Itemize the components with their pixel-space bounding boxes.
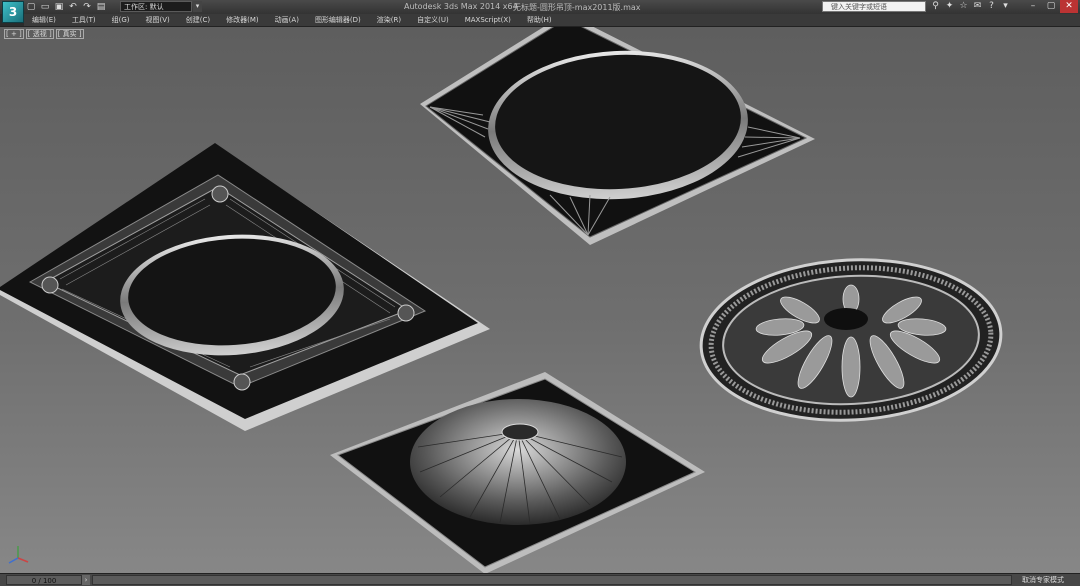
search-input[interactable]: 键入关键字或短语 bbox=[822, 1, 926, 12]
close-icon[interactable]: ✕ bbox=[1060, 0, 1078, 13]
redo-icon[interactable]: ↷ bbox=[82, 2, 92, 12]
menu-item-help[interactable]: 帮助(H) bbox=[519, 14, 560, 26]
menu-item-group[interactable]: 组(G) bbox=[104, 14, 138, 26]
menu-bar: 编辑(E) 工具(T) 组(G) 视图(V) 创建(C) 修改器(M) 动画(A… bbox=[24, 14, 1080, 26]
axis-gizmo-icon bbox=[8, 546, 29, 564]
menu-item-rendering[interactable]: 渲染(R) bbox=[369, 14, 409, 26]
subscription-icon[interactable]: ✦ bbox=[944, 1, 955, 12]
maximize-icon[interactable]: ▢ bbox=[1042, 0, 1060, 13]
scene-render bbox=[0, 27, 1005, 574]
chevron-down-icon[interactable]: ▾ bbox=[193, 1, 202, 12]
status-bar: 0 / 100 › 取消专家模式 bbox=[0, 573, 1080, 586]
ceiling-model-left[interactable] bbox=[0, 143, 490, 431]
minimize-icon[interactable]: – bbox=[1024, 0, 1042, 13]
chevron-down-icon[interactable]: ▾ bbox=[1000, 1, 1011, 12]
app-title: Autodesk 3ds Max 2014 x64 bbox=[404, 2, 518, 11]
chevron-right-icon[interactable]: › bbox=[82, 575, 90, 585]
menu-item-graph-editors[interactable]: 图形编辑器(D) bbox=[307, 14, 369, 26]
binoculars-icon[interactable]: ⚲ bbox=[930, 1, 941, 12]
project-folder-icon[interactable]: ▤ bbox=[96, 2, 106, 12]
file-title: 无标题-圆形吊顶-max2011版.max bbox=[513, 3, 641, 12]
app-logo-button[interactable]: 3 bbox=[2, 1, 24, 23]
help-icon[interactable]: ? bbox=[986, 1, 997, 12]
timeline-track[interactable] bbox=[92, 575, 1012, 585]
communication-icon[interactable]: ✉ bbox=[972, 1, 983, 12]
menu-item-create[interactable]: 创建(C) bbox=[178, 14, 218, 26]
expert-mode-status[interactable]: 取消专家模式 bbox=[1022, 575, 1064, 585]
workspace-select[interactable]: 工作区: 默认 bbox=[120, 1, 192, 12]
perspective-viewport[interactable]: [ + ][ 透视 ][ 真实 ] bbox=[0, 26, 1080, 574]
save-file-icon[interactable]: ▣ bbox=[54, 2, 64, 12]
menu-item-maxscript[interactable]: MAXScript(X) bbox=[457, 14, 519, 26]
menu-item-edit[interactable]: 编辑(E) bbox=[24, 14, 64, 26]
time-slider[interactable]: 0 / 100 bbox=[6, 575, 82, 585]
menu-item-tools[interactable]: 工具(T) bbox=[64, 14, 104, 26]
menu-item-customize[interactable]: 自定义(U) bbox=[409, 14, 457, 26]
new-file-icon[interactable]: ▢ bbox=[26, 2, 36, 12]
menu-item-animation[interactable]: 动画(A) bbox=[267, 14, 307, 26]
title-bar: 3 ▢ ▭ ▣ ↶ ↷ ▤ 工作区: 默认 ▾ Autodesk 3ds Max… bbox=[0, 0, 1080, 23]
menu-item-modifiers[interactable]: 修改器(M) bbox=[218, 14, 267, 26]
menu-item-views[interactable]: 视图(V) bbox=[138, 14, 178, 26]
star-icon[interactable]: ☆ bbox=[958, 1, 969, 12]
ceiling-model-top[interactable] bbox=[420, 27, 815, 245]
ceiling-dome-bottom[interactable] bbox=[330, 372, 705, 574]
ceiling-rosette-right[interactable] bbox=[697, 252, 1005, 427]
open-file-icon[interactable]: ▭ bbox=[40, 2, 50, 12]
undo-icon[interactable]: ↶ bbox=[68, 2, 78, 12]
